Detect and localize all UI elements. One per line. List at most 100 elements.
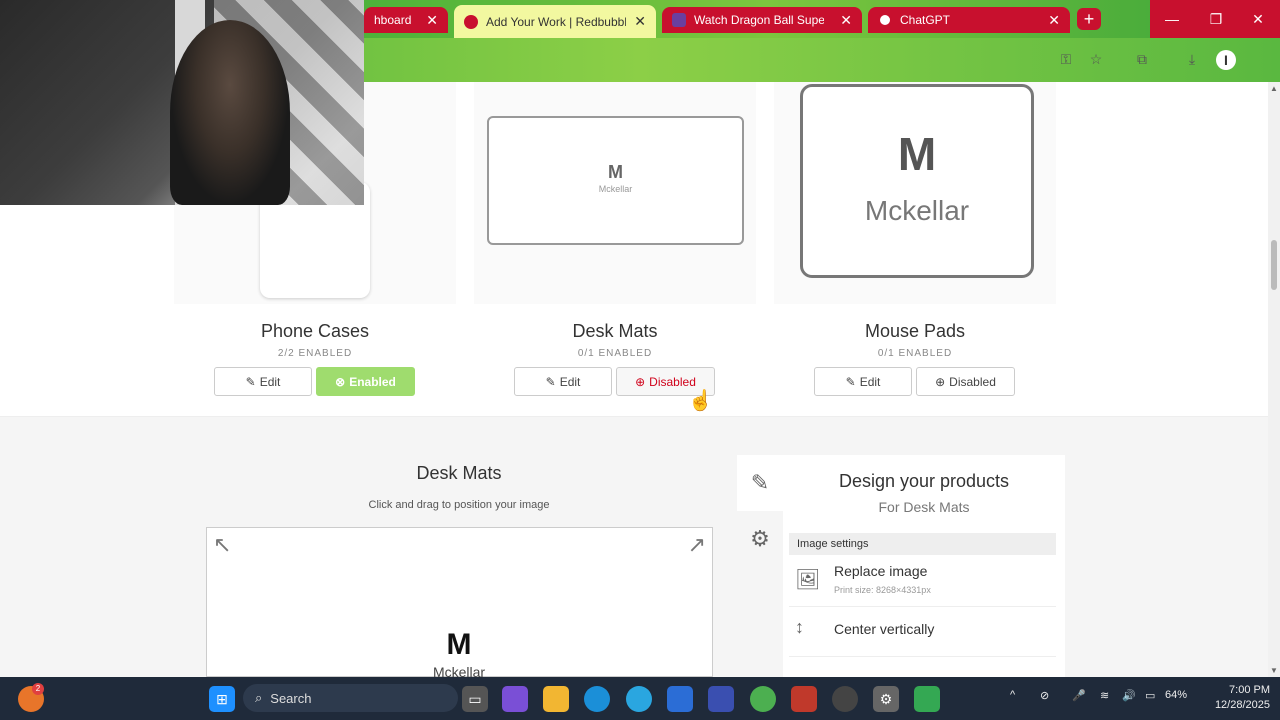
tab-dragon-ball[interactable]: Watch Dragon Ball Super En ✕ <box>662 7 862 33</box>
copilot-icon[interactable] <box>502 686 528 712</box>
system-clock[interactable]: 7:00 PM 12/28/2025 <box>1200 683 1270 713</box>
taskbar-search[interactable]: ⌕ Search <box>243 684 458 712</box>
vertical-center-icon: ↕ <box>795 617 804 637</box>
edit-icon: ✎ <box>245 374 256 389</box>
search-label: Search <box>270 690 312 706</box>
replace-image-row[interactable]: 🖼 Replace image Print size: 8268×4331px <box>789 557 1056 607</box>
webcam-overlay <box>0 0 364 205</box>
hianime-icon <box>672 13 686 27</box>
drive-icon[interactable] <box>914 686 940 712</box>
mouse-pad-shape: M Mckellar <box>800 84 1034 278</box>
product-status: 2/2 ENABLED <box>277 348 353 359</box>
brand-monogram: M <box>608 162 623 182</box>
chevron-up-icon[interactable]: ^ <box>1010 689 1015 701</box>
task-view-icon[interactable]: ▭ <box>462 686 488 712</box>
app-icon[interactable] <box>626 686 652 712</box>
close-window-button[interactable]: ✕ <box>1236 0 1280 38</box>
edit-icon: ✎ <box>845 374 856 389</box>
desk-mat-shape: M Mckellar <box>487 116 744 245</box>
edit-label: Edit <box>559 374 581 389</box>
network-off-icon[interactable]: ⊘ <box>1040 689 1049 702</box>
battery-percent: 64% <box>1165 689 1188 701</box>
close-icon[interactable]: ✕ <box>1040 12 1060 29</box>
bookmark-star-icon[interactable]: ☆ <box>1086 51 1106 69</box>
panel-subtitle: For Desk Mats <box>878 499 970 515</box>
close-icon[interactable]: ✕ <box>418 12 438 29</box>
chatgpt-icon <box>878 13 892 27</box>
file-explorer-icon[interactable] <box>543 686 569 712</box>
tab-chatgpt[interactable]: ChatGPT ✕ <box>868 7 1070 33</box>
webcam-person <box>170 20 290 205</box>
mouse-pad-image: M Mckellar <box>774 82 1056 304</box>
settings-icon[interactable]: ⚙ <box>873 686 899 712</box>
redbubble-icon <box>464 14 478 29</box>
product-status: 0/1 ENABLED <box>877 348 953 359</box>
image-icon: 🖼 <box>795 569 821 591</box>
chrome-icon[interactable] <box>750 686 776 712</box>
app-icon[interactable] <box>791 686 817 712</box>
brand-monogram: M <box>897 128 937 180</box>
extensions-icon[interactable]: ⧉ <box>1132 51 1152 69</box>
edge-icon[interactable] <box>584 686 610 712</box>
resize-top-left-icon[interactable]: ↖ <box>213 532 231 558</box>
scrollbar-thumb[interactable] <box>1271 240 1277 290</box>
windows-start-icon[interactable]: ⊞ <box>209 686 235 712</box>
download-icon[interactable]: ⤓ <box>1182 51 1202 69</box>
disabled-toggle-button[interactable]: ⊕ Disabled <box>916 367 1015 396</box>
toggle-label: Disabled <box>649 374 696 389</box>
center-vertically-row[interactable]: ↕ Center vertically <box>789 607 1056 657</box>
pencil-icon[interactable]: ✎ <box>737 455 783 511</box>
toggle-label: Enabled <box>349 374 396 389</box>
microphone-icon[interactable]: 🎤 <box>1072 689 1086 702</box>
battery-icon[interactable]: ▭ <box>1145 689 1155 702</box>
app-icon[interactable] <box>708 686 734 712</box>
product-title: Desk Mats <box>572 321 658 341</box>
search-icon: ⌕ <box>255 690 263 705</box>
new-tab-button[interactable]: + <box>1077 8 1101 30</box>
minimize-button[interactable]: — <box>1150 0 1194 38</box>
page-scrollbar[interactable]: ▲ ▼ <box>1268 82 1280 677</box>
store-icon[interactable] <box>667 686 693 712</box>
design-panel: Design your products For Desk Mats Image… <box>783 455 1065 677</box>
volume-icon[interactable]: 🔊 <box>1122 689 1136 702</box>
canvas-hint: Click and drag to position your image <box>368 499 550 511</box>
panel-title: Design your products <box>838 471 1010 491</box>
print-size-text: Print size: 8268×4331px <box>834 585 931 595</box>
close-icon[interactable]: ✕ <box>626 13 646 30</box>
scroll-up-icon[interactable]: ▲ <box>1270 84 1278 93</box>
tab-dashboard[interactable]: hboard ✕ <box>364 7 448 33</box>
profile-avatar[interactable]: I <box>1216 50 1236 70</box>
close-icon[interactable]: ✕ <box>832 12 852 29</box>
replace-image-label: Replace image <box>834 563 928 579</box>
brand-logo-text: Mckellar <box>598 184 633 194</box>
wifi-icon[interactable]: ≋ <box>1100 689 1109 702</box>
brand-monogram: M <box>446 628 472 661</box>
scroll-down-icon[interactable]: ▼ <box>1270 666 1278 675</box>
product-title: Mouse Pads <box>864 321 966 341</box>
plus-circle-icon: ⊕ <box>635 374 646 389</box>
brand-logo-text: Mckellar <box>864 195 970 226</box>
resize-top-right-icon[interactable]: ↗ <box>688 532 706 558</box>
edit-button[interactable]: ✎ Edit <box>814 367 912 396</box>
edit-button[interactable]: ✎ Edit <box>214 367 312 396</box>
mouse-cursor-icon: ☝ <box>688 390 713 412</box>
enabled-toggle-button[interactable]: ⊗ Enabled <box>316 367 415 396</box>
desk-mat-image: M Mckellar <box>474 82 756 304</box>
clock-time: 7:00 PM <box>1229 684 1270 696</box>
tab-redbubble[interactable]: Add Your Work | Redbubble ✕ <box>454 5 656 38</box>
product-status: 0/1 ENABLED <box>577 348 653 359</box>
design-canvas[interactable]: ↖ ↗ M Mckellar <box>206 527 713 678</box>
password-key-icon[interactable]: ⚿ <box>1056 51 1076 69</box>
center-vertically-label: Center vertically <box>834 621 935 637</box>
tab-title: Add Your Work | Redbubble <box>486 14 627 29</box>
edit-label: Edit <box>859 374 881 389</box>
clock-date: 12/28/2025 <box>1214 699 1270 711</box>
check-circle-icon: ⊗ <box>335 374 346 389</box>
restore-button[interactable]: ❐ <box>1194 0 1238 38</box>
edit-button[interactable]: ✎ Edit <box>514 367 612 396</box>
notification-badge: 2 <box>32 683 44 695</box>
brand-logo-text: Mckellar <box>432 664 486 678</box>
gear-icon[interactable]: ⚙ <box>737 511 783 567</box>
app-icon[interactable] <box>832 686 858 712</box>
tab-title: ChatGPT <box>900 13 951 27</box>
